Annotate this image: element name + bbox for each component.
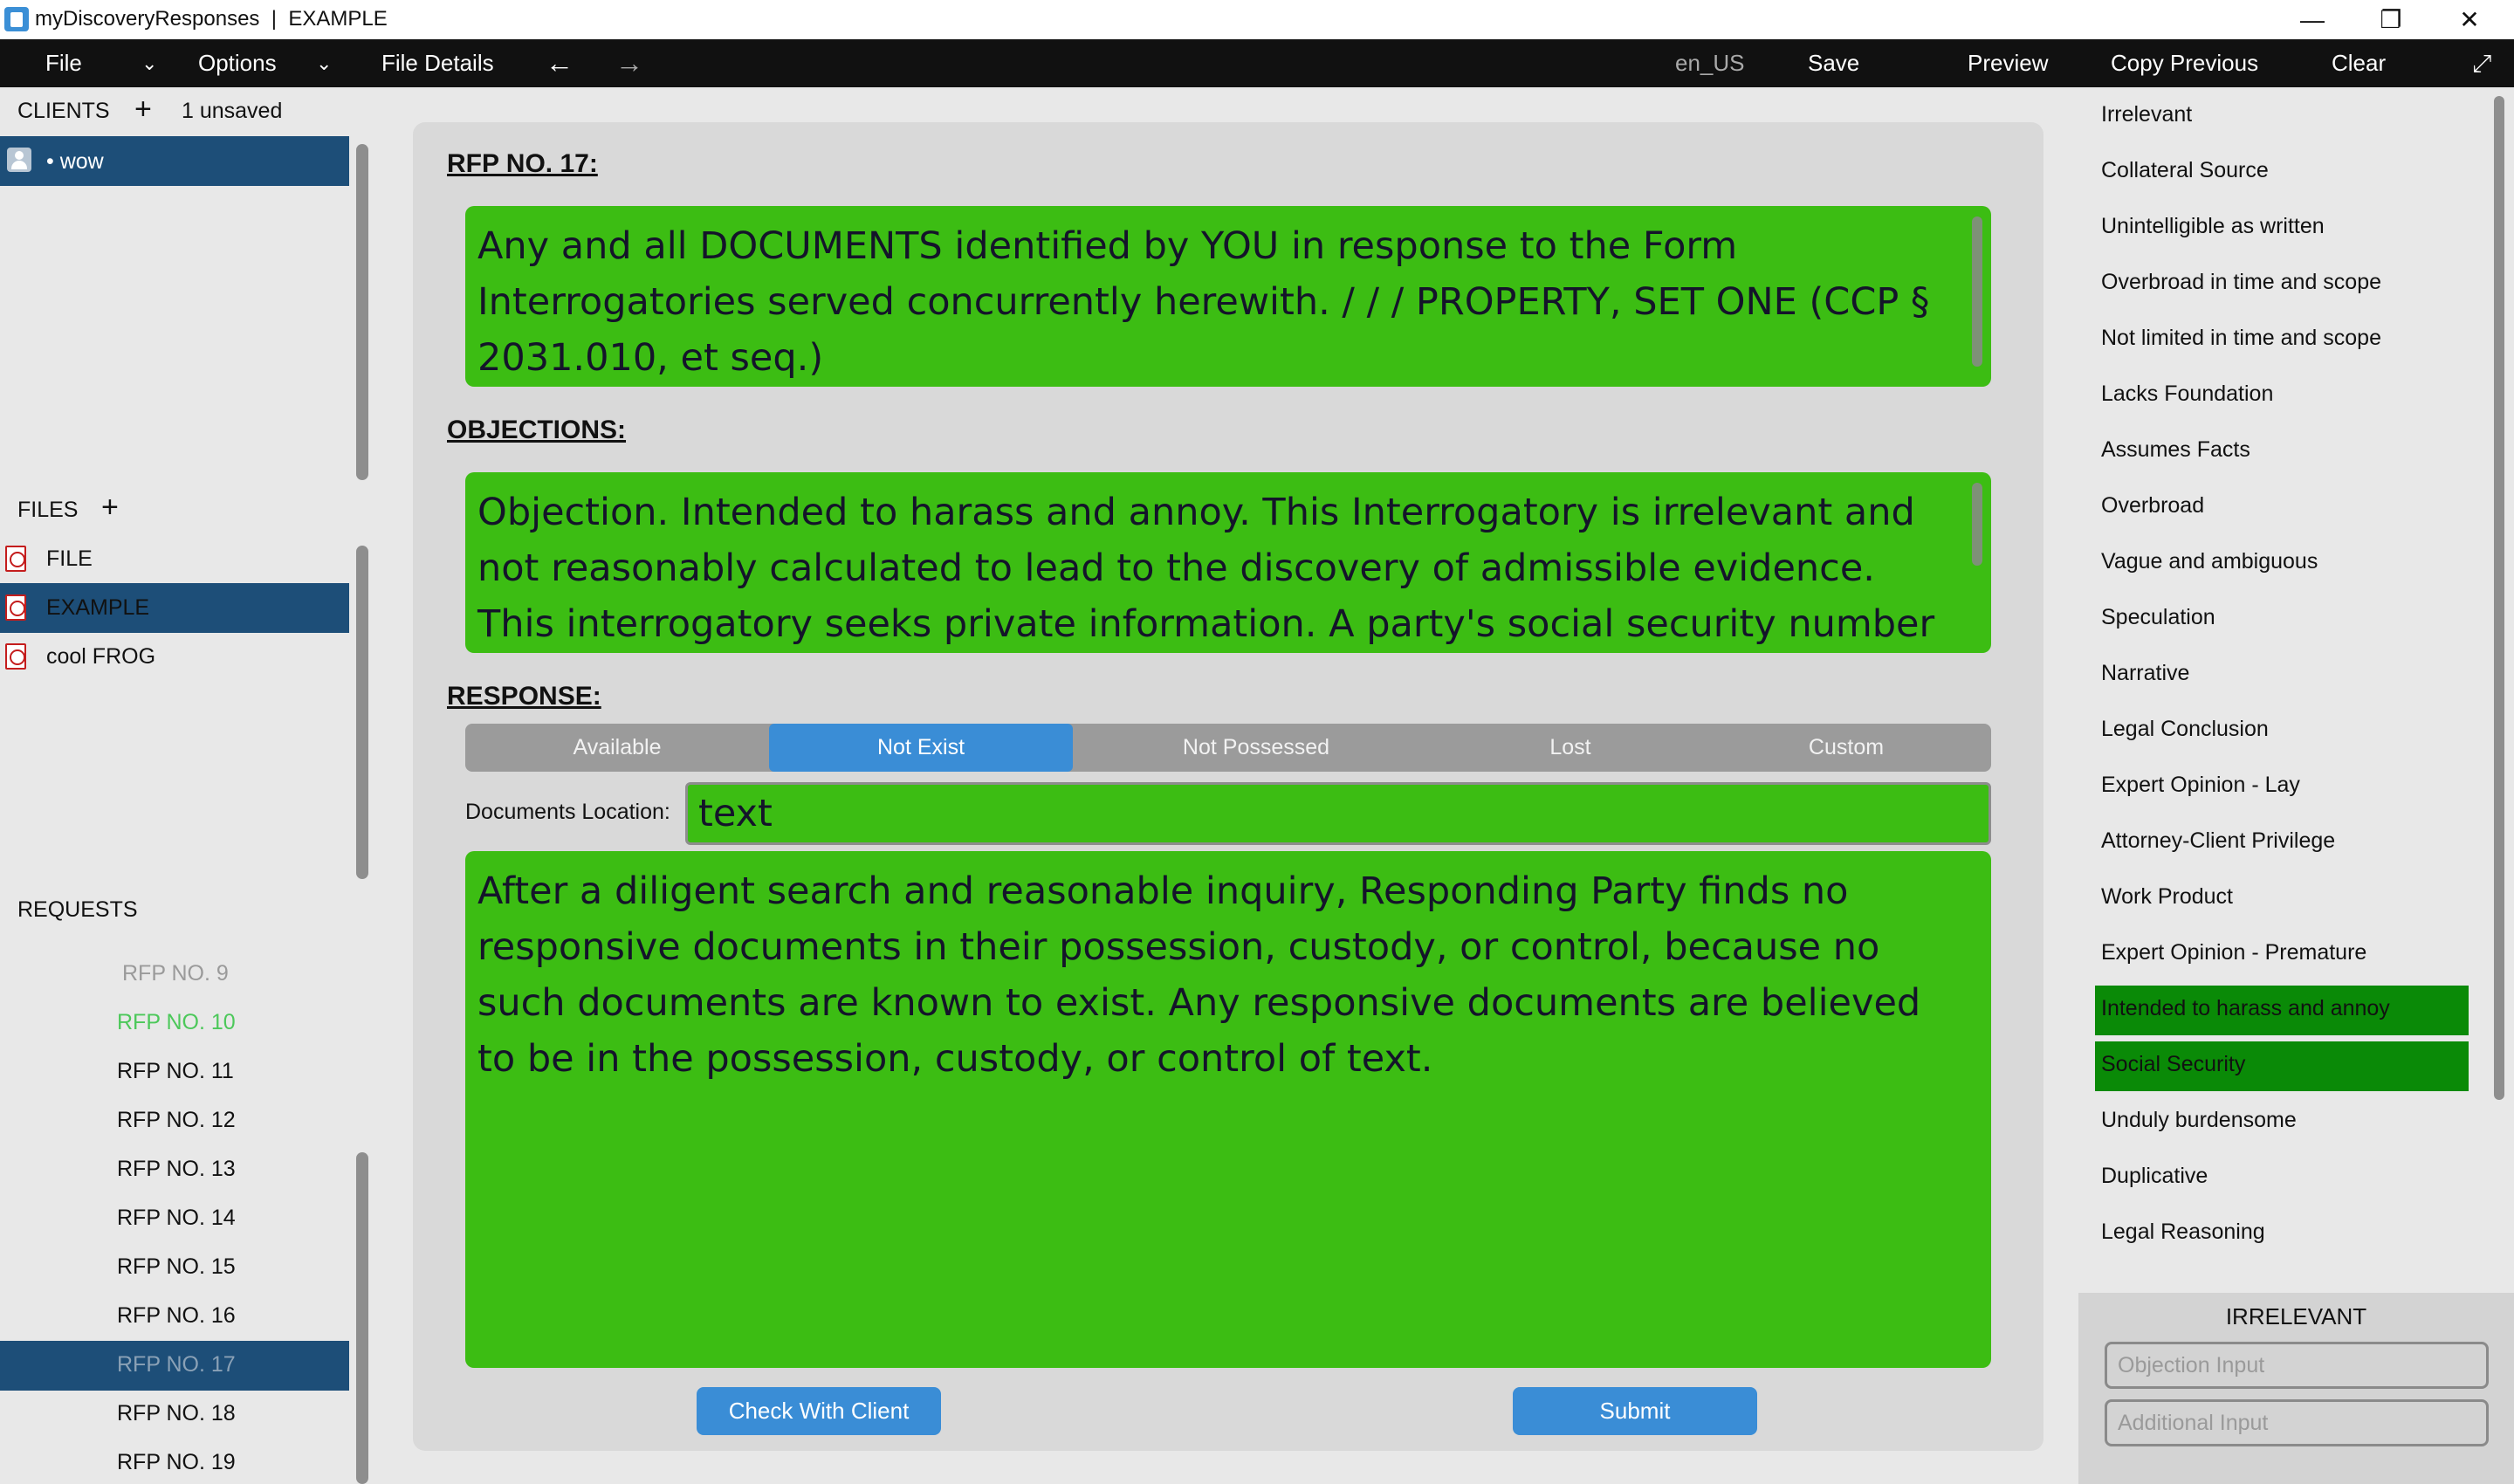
user-icon bbox=[7, 148, 31, 172]
menu-bar: File ⌄ Options ⌄ File Details ← → en_US … bbox=[0, 39, 2514, 87]
file-label: FILE bbox=[46, 546, 93, 571]
request-row[interactable]: RFP NO. 9 bbox=[122, 961, 229, 986]
objection-item[interactable]: Unintelligible as written bbox=[2101, 214, 2325, 239]
request-row[interactable]: RFP NO. 13 bbox=[117, 1157, 236, 1182]
objection-item-active[interactable]: Social Security bbox=[2101, 1052, 2245, 1077]
option-custom[interactable]: Custom bbox=[1701, 724, 1991, 772]
menu-options[interactable]: Options bbox=[198, 39, 277, 87]
unsaved-count: 1 unsaved bbox=[182, 99, 283, 123]
request-row[interactable]: RFP NO. 12 bbox=[117, 1108, 236, 1133]
expand-icon[interactable]: ⤢ bbox=[2472, 39, 2491, 87]
objection-item[interactable]: Expert Opinion - Premature bbox=[2101, 940, 2366, 965]
objection-item[interactable]: Duplicative bbox=[2101, 1164, 2208, 1189]
objection-item[interactable]: Legal Reasoning bbox=[2101, 1219, 2265, 1245]
request-row[interactable]: RFP NO. 16 bbox=[117, 1303, 236, 1329]
request-row-selected[interactable]: RFP NO. 17 bbox=[0, 1341, 349, 1391]
preview-button[interactable]: Preview bbox=[1968, 39, 2048, 87]
pdf-icon bbox=[5, 643, 26, 670]
request-row[interactable]: RFP NO. 10 bbox=[117, 1010, 236, 1035]
maximize-button[interactable]: ❐ bbox=[2352, 0, 2430, 39]
requests-scrollbar[interactable] bbox=[356, 1152, 368, 1484]
request-text-scrollbar[interactable] bbox=[1972, 216, 1982, 367]
close-button[interactable]: ✕ bbox=[2430, 0, 2509, 39]
objection-item[interactable]: Assumes Facts bbox=[2101, 437, 2250, 463]
request-text: Any and all DOCUMENTS identified by YOU … bbox=[477, 224, 1930, 380]
objections-text-scrollbar[interactable] bbox=[1972, 483, 1982, 566]
objection-item[interactable]: Overbroad in time and scope bbox=[2101, 270, 2381, 295]
request-label: RFP NO. 17 bbox=[117, 1352, 236, 1377]
objection-item[interactable]: Unduly burdensome bbox=[2101, 1108, 2297, 1133]
pdf-icon bbox=[5, 594, 26, 621]
clients-scrollbar[interactable] bbox=[356, 144, 368, 480]
option-available[interactable]: Available bbox=[465, 724, 769, 772]
clients-header: CLIENTS bbox=[17, 99, 110, 123]
client-row-wow[interactable]: • wow bbox=[0, 136, 349, 186]
rfp-heading: RFP NO. 17: bbox=[447, 149, 598, 178]
objection-item[interactable]: Legal Conclusion bbox=[2101, 717, 2269, 742]
objection-item[interactable]: Speculation bbox=[2101, 605, 2215, 630]
file-label: cool FROG bbox=[46, 644, 156, 669]
locale-selector[interactable]: en_US bbox=[1675, 39, 1745, 87]
file-chevron-down-icon[interactable]: ⌄ bbox=[141, 39, 157, 87]
request-row[interactable]: RFP NO. 18 bbox=[117, 1401, 236, 1426]
objection-item[interactable]: Not limited in time and scope bbox=[2101, 326, 2381, 351]
response-type-selector: Available Not Exist Not Possessed Lost C… bbox=[465, 724, 1991, 772]
request-row[interactable]: RFP NO. 19 bbox=[117, 1450, 236, 1475]
objection-item[interactable]: Lacks Foundation bbox=[2101, 381, 2273, 407]
menu-file[interactable]: File bbox=[45, 39, 82, 87]
request-row[interactable]: RFP NO. 11 bbox=[117, 1059, 234, 1084]
objections-scrollbar[interactable] bbox=[2494, 96, 2504, 1100]
pdf-icon bbox=[5, 546, 26, 572]
objections-text-area[interactable]: Objection. Intended to harass and annoy.… bbox=[465, 472, 1991, 653]
options-chevron-down-icon[interactable]: ⌄ bbox=[316, 39, 332, 87]
request-row[interactable]: RFP NO. 15 bbox=[117, 1254, 236, 1280]
objections-text: Objection. Intended to harass and annoy.… bbox=[477, 491, 1935, 646]
selected-objection-title: IRRELEVANT bbox=[2225, 1303, 2367, 1329]
menu-file-details[interactable]: File Details bbox=[381, 39, 494, 87]
window-title: myDiscoveryResponses | EXAMPLE bbox=[35, 7, 388, 31]
add-client-button[interactable]: + bbox=[134, 94, 152, 124]
title-bar: myDiscoveryResponses | EXAMPLE — ❐ ✕ bbox=[0, 0, 2514, 39]
check-with-client-button[interactable]: Check With Client bbox=[697, 1387, 941, 1435]
documents-location-label: Documents Location: bbox=[465, 800, 670, 824]
objection-item[interactable]: Narrative bbox=[2101, 661, 2189, 686]
add-file-button[interactable]: + bbox=[101, 492, 119, 522]
back-arrow-icon[interactable]: ← bbox=[546, 39, 574, 87]
objection-item[interactable]: Collateral Source bbox=[2101, 158, 2269, 183]
option-not-possessed[interactable]: Not Possessed bbox=[1073, 724, 1439, 772]
requests-header: REQUESTS bbox=[17, 897, 138, 922]
forward-arrow-icon[interactable]: → bbox=[615, 39, 643, 87]
files-header: FILES bbox=[17, 498, 79, 522]
files-scrollbar[interactable] bbox=[356, 546, 368, 879]
option-lost[interactable]: Lost bbox=[1439, 724, 1701, 772]
client-name: • wow bbox=[46, 149, 104, 174]
objection-input[interactable]: Objection Input bbox=[2105, 1342, 2489, 1389]
documents-location-input[interactable]: text bbox=[685, 782, 1991, 845]
file-row-example[interactable]: EXAMPLE bbox=[0, 583, 349, 633]
objection-item-active[interactable]: Intended to harass and annoy bbox=[2101, 996, 2390, 1021]
objection-item[interactable]: Work Product bbox=[2101, 884, 2233, 910]
objections-heading: OBJECTIONS: bbox=[447, 416, 627, 444]
objection-item[interactable]: Attorney-Client Privilege bbox=[2101, 828, 2335, 854]
response-text-area[interactable]: After a diligent search and reasonable i… bbox=[465, 851, 1991, 1368]
request-row[interactable]: RFP NO. 14 bbox=[117, 1206, 236, 1231]
minimize-button[interactable]: — bbox=[2273, 0, 2352, 39]
objection-item[interactable]: Expert Opinion - Lay bbox=[2101, 773, 2300, 798]
additional-input[interactable]: Additional Input bbox=[2105, 1399, 2489, 1446]
objection-item[interactable]: Overbroad bbox=[2101, 493, 2204, 519]
file-label: EXAMPLE bbox=[46, 595, 150, 620]
request-text-area[interactable]: Any and all DOCUMENTS identified by YOU … bbox=[465, 206, 1991, 387]
app-icon bbox=[4, 7, 29, 31]
option-not-exist[interactable]: Not Exist bbox=[769, 724, 1073, 772]
objection-item[interactable]: Vague and ambiguous bbox=[2101, 549, 2318, 574]
clear-button[interactable]: Clear bbox=[2332, 39, 2386, 87]
response-heading: RESPONSE: bbox=[447, 682, 601, 711]
save-button[interactable]: Save bbox=[1808, 39, 1859, 87]
copy-previous-button[interactable]: Copy Previous bbox=[2111, 39, 2258, 87]
objection-item[interactable]: Irrelevant bbox=[2101, 102, 2192, 127]
response-text: After a diligent search and reasonable i… bbox=[477, 869, 1921, 1081]
submit-button[interactable]: Submit bbox=[1513, 1387, 1757, 1435]
